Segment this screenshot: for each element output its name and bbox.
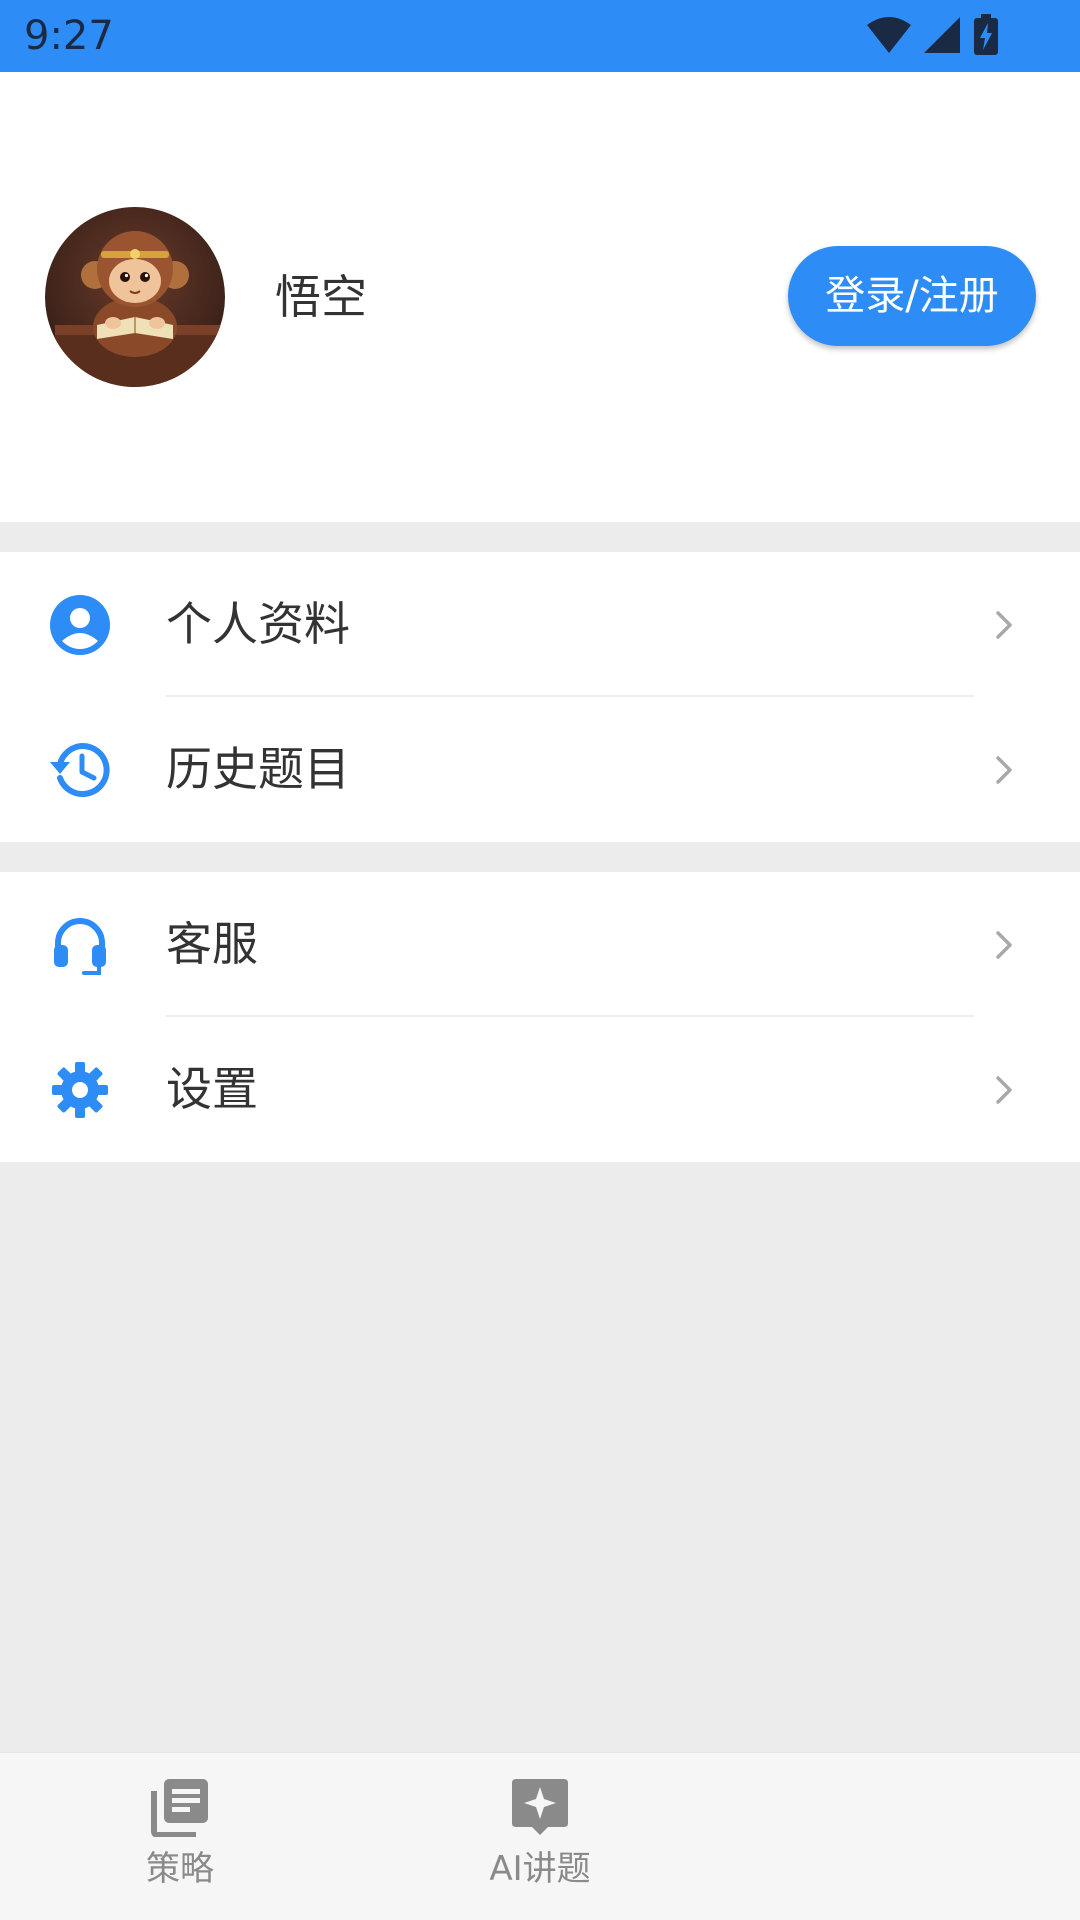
screen: 9:27 悟空 登录/注册 个人资料 历史题目 客服 设置 策略 AI讲题 bbox=[0, 0, 1080, 1920]
signal-icon bbox=[924, 17, 960, 53]
status-time: 9:27 bbox=[24, 13, 114, 59]
history-icon bbox=[50, 742, 110, 797]
nav-item-ai-explain[interactable]: AI讲题 bbox=[440, 1753, 640, 1920]
menu-item-settings[interactable]: 设置 bbox=[0, 1017, 1080, 1162]
sparkle-icon bbox=[512, 1779, 568, 1835]
monkey-avatar-icon bbox=[45, 207, 225, 387]
menu-group-support: 客服 设置 bbox=[0, 872, 1080, 1162]
nav-label: AI讲题 bbox=[489, 1849, 591, 1889]
menu-item-history[interactable]: 历史题目 bbox=[0, 697, 1080, 842]
chevron-right-icon bbox=[996, 611, 1012, 639]
headset-icon bbox=[54, 918, 106, 975]
username: 悟空 bbox=[275, 270, 367, 324]
menu-group-account: 个人资料 历史题目 bbox=[0, 552, 1080, 842]
menu-item-label: 设置 bbox=[166, 1062, 258, 1116]
menu-item-label: 历史题目 bbox=[166, 742, 350, 796]
login-register-button[interactable]: 登录/注册 bbox=[788, 246, 1036, 346]
bottom-nav: 策略 AI讲题 bbox=[0, 1752, 1080, 1920]
menu-item-profile[interactable]: 个人资料 bbox=[0, 552, 1080, 697]
avatar[interactable] bbox=[45, 207, 225, 387]
menu-item-customer-service[interactable]: 客服 bbox=[0, 872, 1080, 1017]
wifi-icon bbox=[867, 17, 911, 53]
status-icons bbox=[866, 14, 1000, 56]
menu-item-label: 个人资料 bbox=[166, 597, 350, 651]
status-bar: 9:27 bbox=[0, 0, 1080, 72]
chevron-right-icon bbox=[996, 1076, 1012, 1104]
article-icon bbox=[151, 1779, 208, 1837]
nav-item-strategy[interactable]: 策略 bbox=[80, 1753, 280, 1920]
menu-item-label: 客服 bbox=[166, 917, 258, 971]
chevron-right-icon bbox=[996, 931, 1012, 959]
gear-icon bbox=[52, 1062, 108, 1118]
user-circle-icon bbox=[50, 595, 110, 655]
profile-header: 悟空 登录/注册 bbox=[0, 72, 1080, 522]
battery-charging-icon bbox=[974, 14, 998, 55]
chevron-right-icon bbox=[996, 756, 1012, 784]
nav-label: 策略 bbox=[146, 1849, 214, 1889]
